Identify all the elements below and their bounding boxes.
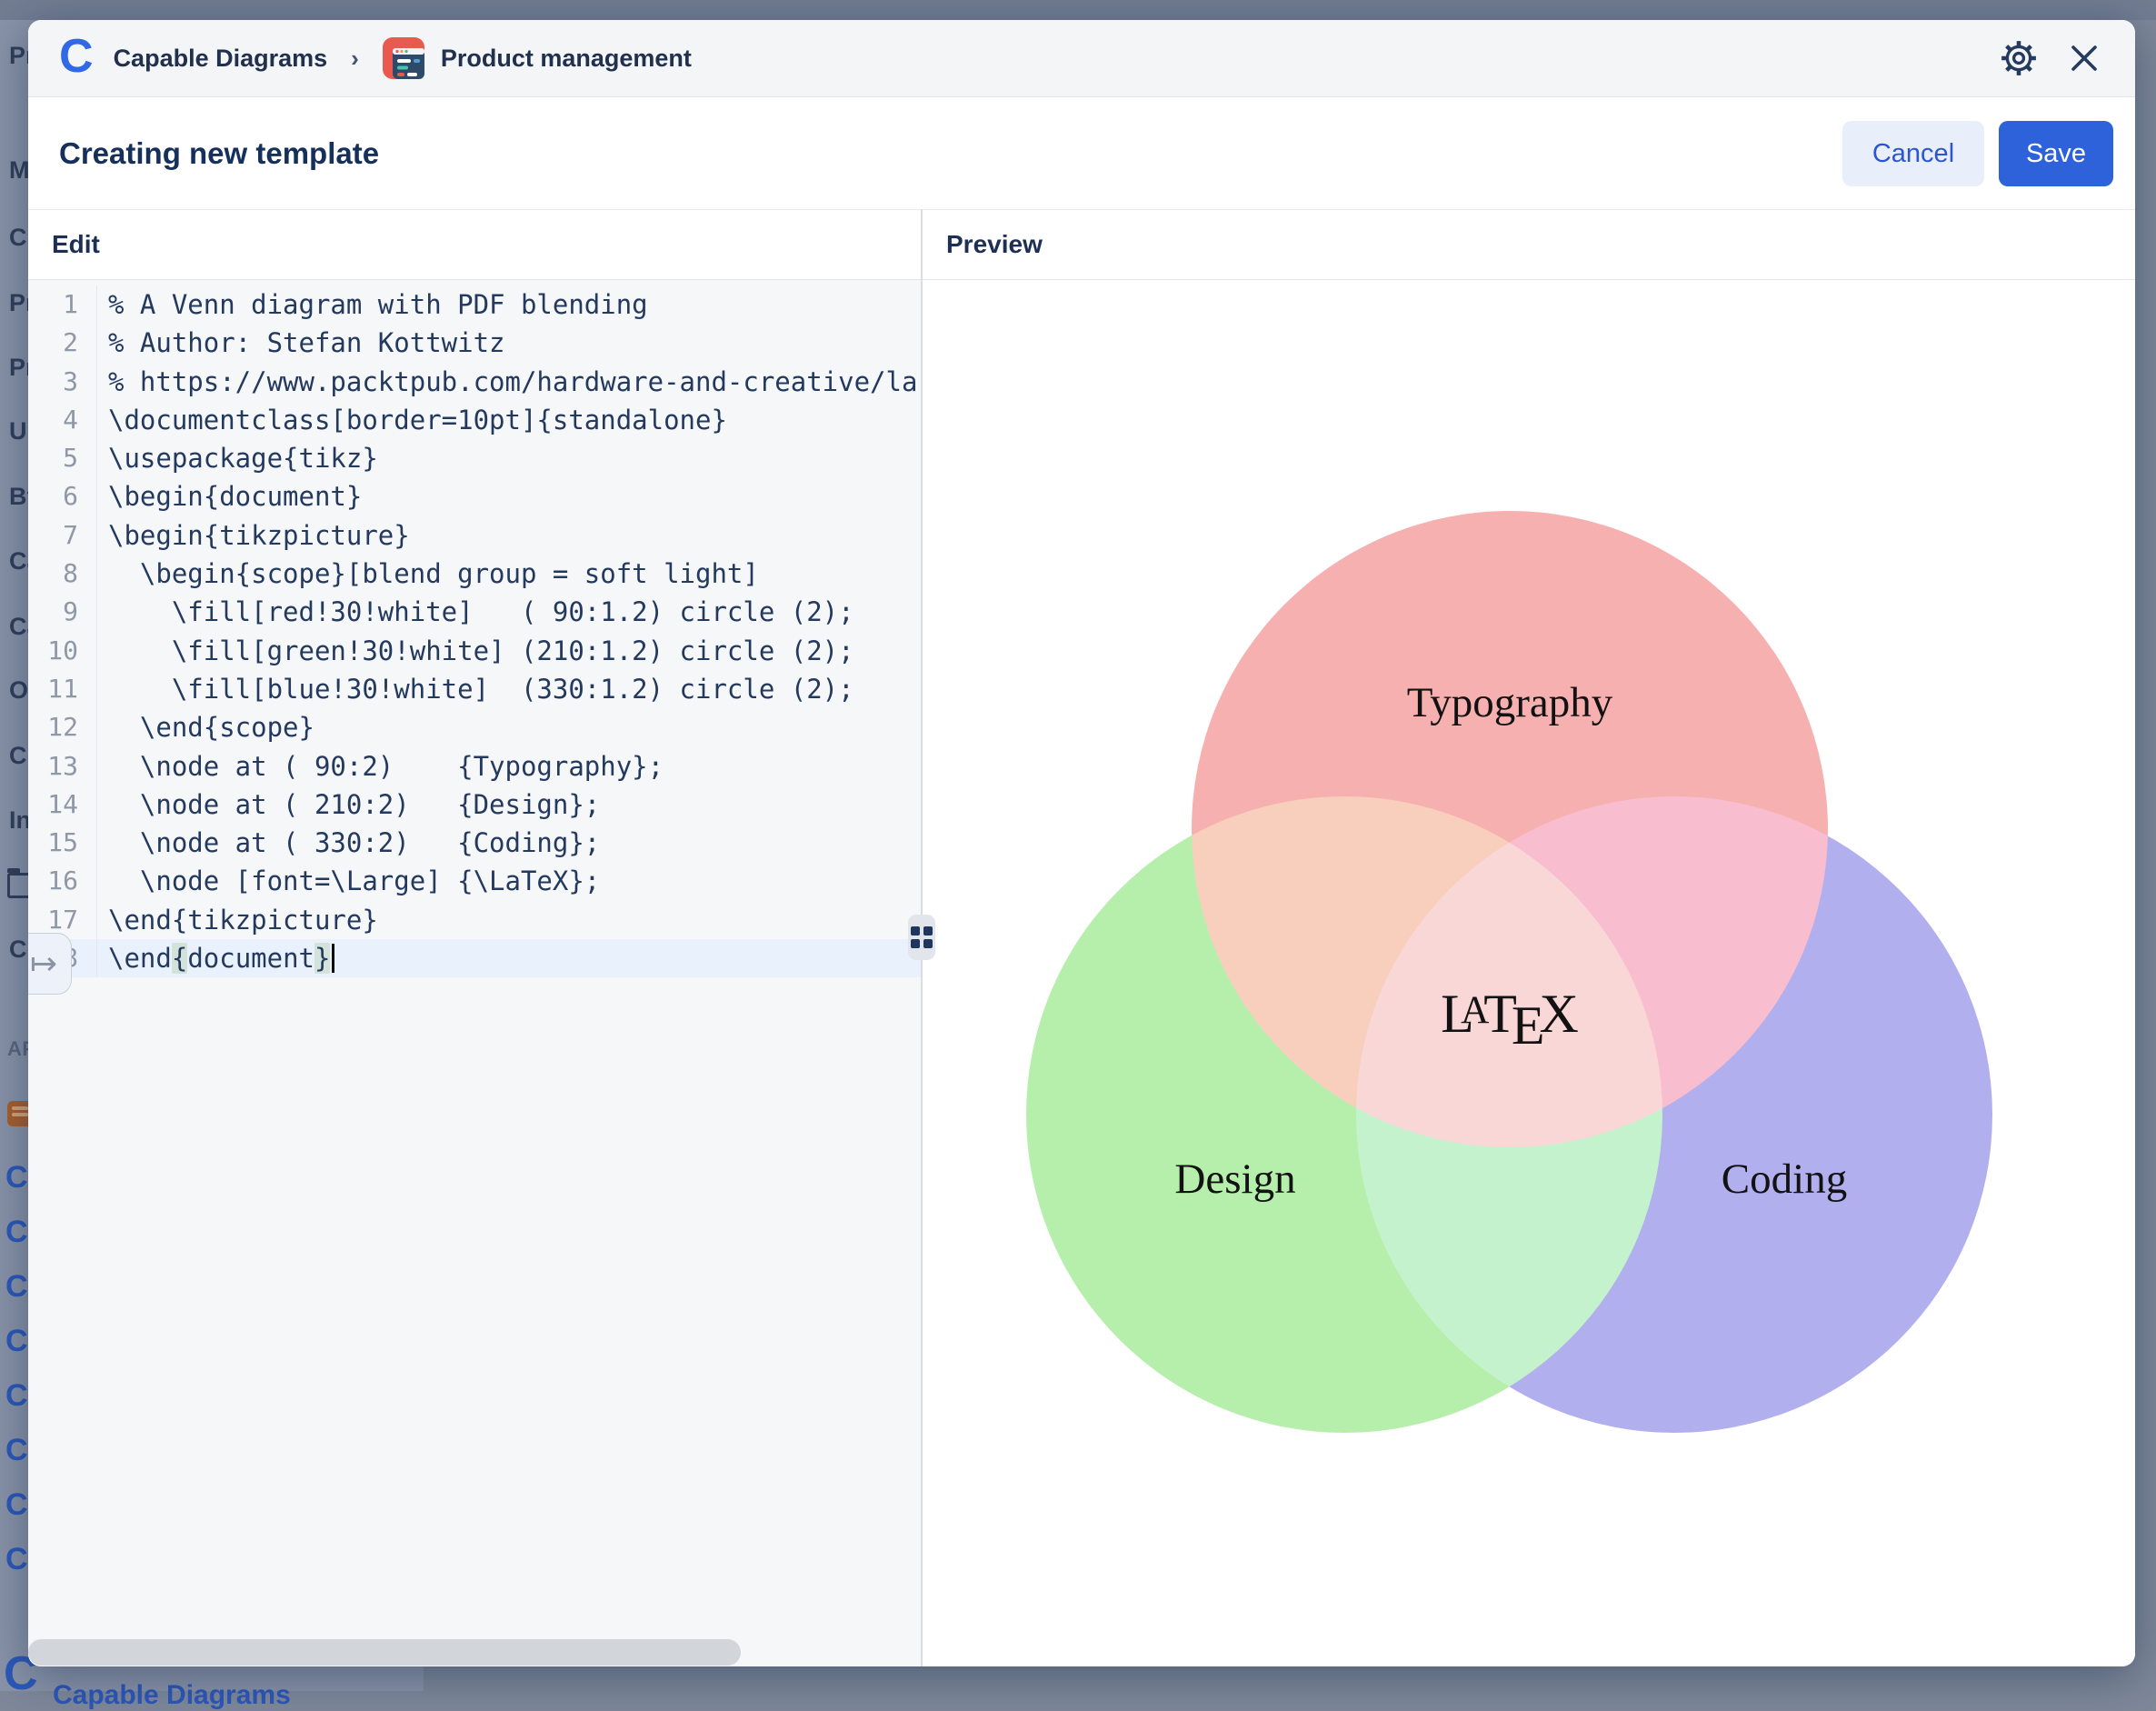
code-text: \end{scope} — [97, 708, 314, 746]
code-text: \node [font=\Large] {\LaTeX}; — [97, 862, 600, 900]
edit-panel-label: Edit — [52, 210, 100, 279]
code-line: 18\end{document} — [28, 939, 921, 977]
background-sidebar-item: M — [9, 156, 30, 185]
line-number: 10 — [28, 632, 97, 670]
latex-logo: LATEX — [1441, 983, 1579, 1057]
code-text: \begin{document} — [97, 477, 362, 515]
code-text: \node at ( 90:2) {Typography}; — [97, 747, 664, 785]
code-line: 7\begin{tikzpicture} — [28, 516, 921, 555]
panel-resize-handle[interactable] — [908, 915, 935, 960]
line-number: 12 — [28, 708, 97, 746]
panel-headers: Edit Preview — [28, 209, 2135, 280]
venn-label-design: Design — [1174, 1155, 1295, 1204]
code-text: \fill[green!30!white] (210:1.2) circle (… — [97, 632, 854, 670]
line-number: 2 — [28, 324, 97, 362]
line-number: 16 — [28, 862, 97, 900]
dialog-header: C Capable Diagrams › Product management — [28, 20, 2135, 97]
code-text: \fill[red!30!white] ( 90:1.2) circle (2)… — [97, 593, 854, 631]
close-button[interactable] — [2064, 38, 2104, 78]
product-management-icon — [383, 37, 424, 79]
code-text: % A Venn diagram with PDF blending — [97, 285, 648, 324]
code-line: 13 \node at ( 90:2) {Typography}; — [28, 747, 921, 785]
line-number: 14 — [28, 785, 97, 824]
code-text: \documentclass[border=10pt]{standalone} — [97, 401, 727, 439]
capable-diagrams-logo-icon: C — [59, 33, 94, 80]
preview-panel-label: Preview — [946, 210, 1043, 279]
page-title: Creating new template — [59, 136, 1842, 171]
line-number: 7 — [28, 516, 97, 555]
code-line: 1% A Venn diagram with PDF blending — [28, 285, 921, 324]
line-number: 11 — [28, 670, 97, 708]
code-text: \begin{tikzpicture} — [97, 516, 410, 555]
code-text: \node at ( 330:2) {Coding}; — [97, 824, 600, 862]
code-line: 9 \fill[red!30!white] ( 90:1.2) circle (… — [28, 593, 921, 631]
save-button[interactable]: Save — [1999, 121, 2113, 186]
code-text: \node at ( 210:2) {Design}; — [97, 785, 600, 824]
line-number: 8 — [28, 555, 97, 593]
code-lines: 1% A Venn diagram with PDF blending2% Au… — [28, 280, 921, 977]
create-template-dialog: C Capable Diagrams › Product management — [28, 20, 2135, 1666]
venn-circle-coding — [1356, 796, 1992, 1433]
line-number: 6 — [28, 477, 97, 515]
code-text: \end{tikzpicture} — [97, 901, 378, 939]
sidebar-app-logo-icon: C — [5, 1544, 28, 1575]
code-text: \usepackage{tikz} — [97, 439, 378, 477]
code-editor[interactable]: 1% A Venn diagram with PDF blending2% Au… — [28, 280, 921, 1666]
cancel-button[interactable]: Cancel — [1842, 121, 1984, 186]
code-line: 8 \begin{scope}[blend group = soft light… — [28, 555, 921, 593]
background-app-topbar — [0, 0, 2156, 20]
breadcrumb-page[interactable]: Product management — [441, 45, 692, 73]
code-line: 5\usepackage{tikz} — [28, 439, 921, 477]
code-line: 2% Author: Stefan Kottwitz — [28, 324, 921, 362]
sidebar-app-logo-icon: C — [5, 1271, 28, 1302]
code-line: 15 \node at ( 330:2) {Coding}; — [28, 824, 921, 862]
code-line: 16 \node [font=\Large] {\LaTeX}; — [28, 862, 921, 900]
code-text: \begin{scope}[blend group = soft light] — [97, 555, 759, 593]
horizontal-scrollbar[interactable] — [28, 1639, 741, 1666]
gear-icon — [2000, 39, 2038, 77]
line-number: 1 — [28, 285, 97, 324]
line-number: 5 — [28, 439, 97, 477]
dialog-content: 1% A Venn diagram with PDF blending2% Au… — [28, 280, 2135, 1666]
breadcrumb-app[interactable]: Capable Diagrams — [114, 45, 328, 73]
code-line: 6\begin{document} — [28, 477, 921, 515]
code-line: 14 \node at ( 210:2) {Design}; — [28, 785, 921, 824]
maps-to-arrow-icon: ↦ — [30, 945, 57, 983]
dialog-title-row: Creating new template Cancel Save — [28, 98, 2135, 209]
line-number: 9 — [28, 593, 97, 631]
code-text: \fill[blue!30!white] (330:1.2) circle (2… — [97, 670, 854, 708]
line-number: 3 — [28, 363, 97, 401]
code-line: 17\end{tikzpicture} — [28, 901, 921, 939]
code-text: % https://www.packtpub.com/hardware-and-… — [97, 363, 917, 401]
code-line: 4\documentclass[border=10pt]{standalone} — [28, 401, 921, 439]
code-line: 3% https://www.packtpub.com/hardware-and… — [28, 363, 921, 401]
sidebar-app-logo-icon: C — [5, 1380, 28, 1411]
venn-diagram: Typography Design Coding LATEX — [923, 280, 2135, 1666]
sidebar-app-logo-icon: C — [5, 1435, 28, 1466]
close-icon — [2068, 42, 2101, 75]
line-number: 15 — [28, 824, 97, 862]
code-text: % Author: Stefan Kottwitz — [97, 324, 505, 362]
venn-label-coding: Coding — [1722, 1155, 1847, 1204]
sidebar-app-logo-icon: C — [5, 1216, 28, 1247]
sidebar-app-logo-icon: C — [5, 1489, 28, 1520]
code-line: 10 \fill[green!30!white] (210:1.2) circl… — [28, 632, 921, 670]
text-caret — [332, 944, 334, 973]
sidebar-app-logo-icon: C — [5, 1326, 28, 1356]
code-line: 11 \fill[blue!30!white] (330:1.2) circle… — [28, 670, 921, 708]
code-text: \end{document} — [97, 939, 334, 977]
preview-panel: Typography Design Coding LATEX — [923, 280, 2135, 1666]
settings-button[interactable] — [1999, 38, 2039, 78]
line-number: 13 — [28, 747, 97, 785]
indent-guide-button[interactable]: ↦ — [28, 933, 72, 995]
screen: { "backdrop": { "logo_letter": "C", "nav… — [0, 0, 2156, 1691]
breadcrumb-chevron-icon: › — [351, 45, 359, 73]
code-line: 12 \end{scope} — [28, 708, 921, 746]
venn-label-typography: Typography — [1407, 678, 1612, 727]
line-number: 4 — [28, 401, 97, 439]
sidebar-item-capable-diagrams: Capable Diagrams — [53, 1680, 291, 1711]
sidebar-app-logo-icon: C — [5, 1162, 28, 1193]
